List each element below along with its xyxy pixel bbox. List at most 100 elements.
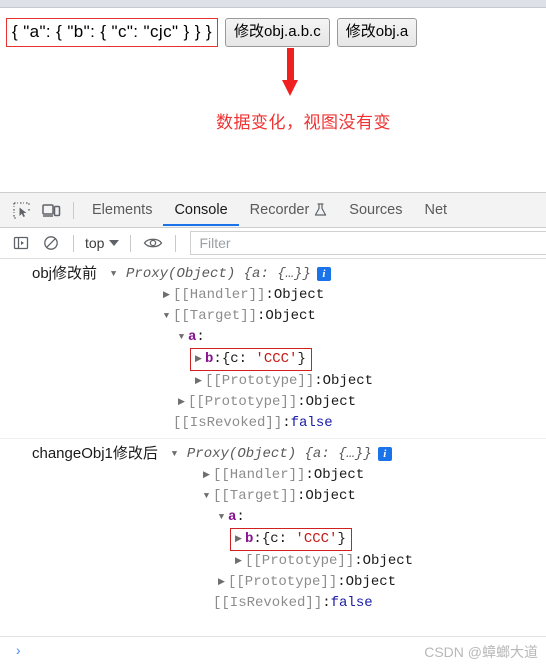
expand-twisty-icon[interactable] bbox=[215, 507, 228, 528]
console-toolbar-divider-2 bbox=[130, 234, 132, 252]
clear-console-icon[interactable] bbox=[36, 229, 66, 257]
arrow-shaft bbox=[287, 48, 294, 82]
live-expression-eye-icon[interactable] bbox=[138, 229, 168, 257]
modify-obj-a-button[interactable]: 修改obj.a bbox=[336, 18, 418, 47]
tree-key: a bbox=[188, 329, 197, 345]
expand-twisty-icon[interactable] bbox=[160, 285, 173, 306]
modify-obj-abc-button[interactable]: 修改obj.a.b.c bbox=[225, 18, 330, 47]
expand-twisty-icon[interactable] bbox=[192, 371, 205, 392]
tree-row[interactable]: a : bbox=[0, 327, 546, 348]
log-entry-value: Proxy(Object) {a: {…}} i bbox=[168, 443, 392, 465]
tree-key: [[Target]] bbox=[173, 308, 258, 324]
tree-separator: : bbox=[337, 574, 346, 590]
console-log-entry: obj修改前 Proxy(Object) {a: {…}} i [[Handle… bbox=[0, 259, 546, 438]
log-entry-value: Proxy(Object) {a: {…}} i bbox=[107, 263, 331, 285]
console-output: obj修改前 Proxy(Object) {a: {…}} i [[Handle… bbox=[0, 259, 546, 639]
tree-row[interactable]: [[Target]] : Object bbox=[0, 306, 546, 327]
tree-separator: : bbox=[257, 308, 266, 324]
device-toolbar-icon[interactable] bbox=[36, 196, 66, 224]
tree-value: Object bbox=[265, 308, 316, 324]
expand-twisty-icon[interactable] bbox=[192, 349, 205, 370]
tab-recorder[interactable]: Recorder bbox=[239, 195, 339, 226]
tree-key: [[Prototype]] bbox=[188, 394, 298, 410]
expand-twisty-icon[interactable] bbox=[200, 465, 213, 486]
tree-row[interactable]: [[Handler]] : Object bbox=[0, 465, 546, 486]
log-entry-label: obj修改前 bbox=[32, 265, 98, 282]
tab-console-label: Console bbox=[174, 201, 228, 218]
console-prompt-row[interactable]: › CSDN @蟑螂大道 bbox=[0, 636, 546, 667]
twisty-placeholder: . bbox=[160, 413, 173, 434]
tree-row[interactable]: [[Prototype]] : Object bbox=[0, 572, 546, 593]
execution-context-value: top bbox=[85, 235, 105, 251]
inspect-element-icon[interactable] bbox=[6, 196, 36, 224]
tree-key: [[Handler]] bbox=[173, 287, 266, 303]
tree-row[interactable]: [[Target]] : Object bbox=[0, 486, 546, 507]
tree-row-highlighted[interactable]: b : {c: 'CCC' } bbox=[0, 528, 546, 551]
tree-row-highlighted[interactable]: b : {c: 'CCC' } bbox=[0, 348, 546, 371]
tab-console[interactable]: Console bbox=[163, 195, 238, 226]
down-arrow-icon bbox=[280, 48, 302, 98]
tree-key: [[IsRevoked]] bbox=[173, 415, 283, 431]
tree-row[interactable]: [[Prototype]] : Object bbox=[0, 371, 546, 392]
expand-twisty-icon[interactable] bbox=[232, 529, 245, 550]
tree-separator: : bbox=[297, 488, 306, 504]
page-controls-row: { "a": { "b": { "c": "cjc" } } } 修改obj.a… bbox=[0, 8, 546, 47]
tree-value: false bbox=[330, 595, 373, 611]
web-page-content: { "a": { "b": { "c": "cjc" } } } 修改obj.a… bbox=[0, 8, 546, 192]
console-toolbar: top Filter bbox=[0, 228, 546, 259]
tab-elements-label: Elements bbox=[92, 201, 153, 218]
filter-input[interactable]: Filter bbox=[190, 231, 546, 255]
tree-value: Object bbox=[313, 467, 365, 483]
json-output-display: { "a": { "b": { "c": "cjc" } } } bbox=[6, 18, 219, 47]
tree-separator: : bbox=[265, 287, 274, 303]
highlight-box: b : {c: 'CCC' } bbox=[190, 348, 312, 371]
tab-sources[interactable]: Sources bbox=[338, 195, 413, 226]
console-sidebar-icon[interactable] bbox=[6, 229, 36, 257]
tree-row: . [[IsRevoked]] : false bbox=[0, 413, 546, 434]
tree-value: Object bbox=[345, 574, 397, 590]
tree-row[interactable]: a : bbox=[0, 507, 546, 528]
expand-twisty-icon[interactable] bbox=[175, 392, 188, 413]
tree-separator: : bbox=[305, 467, 314, 483]
toolbar-divider bbox=[73, 201, 74, 219]
log-entry-header: obj修改前 Proxy(Object) {a: {…}} i bbox=[0, 263, 546, 285]
tree-separator: : bbox=[282, 415, 291, 431]
tab-recorder-label: Recorder bbox=[249, 201, 310, 218]
tree-value-string: 'CCC' bbox=[255, 351, 298, 367]
expand-twisty-icon[interactable] bbox=[168, 444, 181, 465]
tree-separator: : bbox=[322, 595, 331, 611]
tree-row[interactable]: [[Handler]] : Object bbox=[0, 285, 546, 306]
tree-separator: : bbox=[196, 329, 205, 345]
clear-console-glyph bbox=[44, 236, 58, 250]
tree-separator: : bbox=[297, 394, 306, 410]
tree-key: [[IsRevoked]] bbox=[213, 595, 323, 611]
twisty-placeholder: . bbox=[200, 593, 213, 614]
tree-row[interactable]: [[Prototype]] : Object bbox=[0, 392, 546, 413]
console-sidebar-glyph bbox=[13, 236, 29, 250]
tree-value: Object bbox=[305, 394, 357, 410]
flask-icon bbox=[315, 202, 327, 216]
highlight-box: b : {c: 'CCC' } bbox=[230, 528, 352, 551]
tree-separator: : bbox=[213, 351, 222, 367]
tab-elements[interactable]: Elements bbox=[81, 195, 163, 226]
info-icon[interactable]: i bbox=[377, 447, 392, 461]
execution-context-select[interactable]: top bbox=[81, 235, 123, 251]
tree-separator: : bbox=[236, 509, 245, 525]
tree-separator: : bbox=[253, 531, 262, 547]
expand-twisty-icon[interactable] bbox=[175, 327, 188, 348]
prompt-caret-icon: › bbox=[14, 644, 23, 660]
console-toolbar-divider-1 bbox=[73, 234, 74, 252]
tree-value-open: {c: bbox=[221, 351, 256, 367]
expand-twisty-icon[interactable] bbox=[232, 551, 245, 572]
annotation-label: 数据变化，视图没有变 bbox=[216, 113, 391, 132]
tree-value-close: } bbox=[337, 531, 346, 547]
expand-twisty-icon[interactable] bbox=[107, 264, 120, 285]
info-icon[interactable]: i bbox=[316, 267, 331, 281]
tree-key: [[Handler]] bbox=[213, 467, 306, 483]
tab-network[interactable]: Net bbox=[414, 195, 459, 226]
expand-twisty-icon[interactable] bbox=[160, 306, 173, 327]
expand-twisty-icon[interactable] bbox=[215, 572, 228, 593]
tree-row[interactable]: [[Prototype]] : Object bbox=[0, 551, 546, 572]
tree-separator: : bbox=[314, 373, 323, 389]
expand-twisty-icon[interactable] bbox=[200, 486, 213, 507]
